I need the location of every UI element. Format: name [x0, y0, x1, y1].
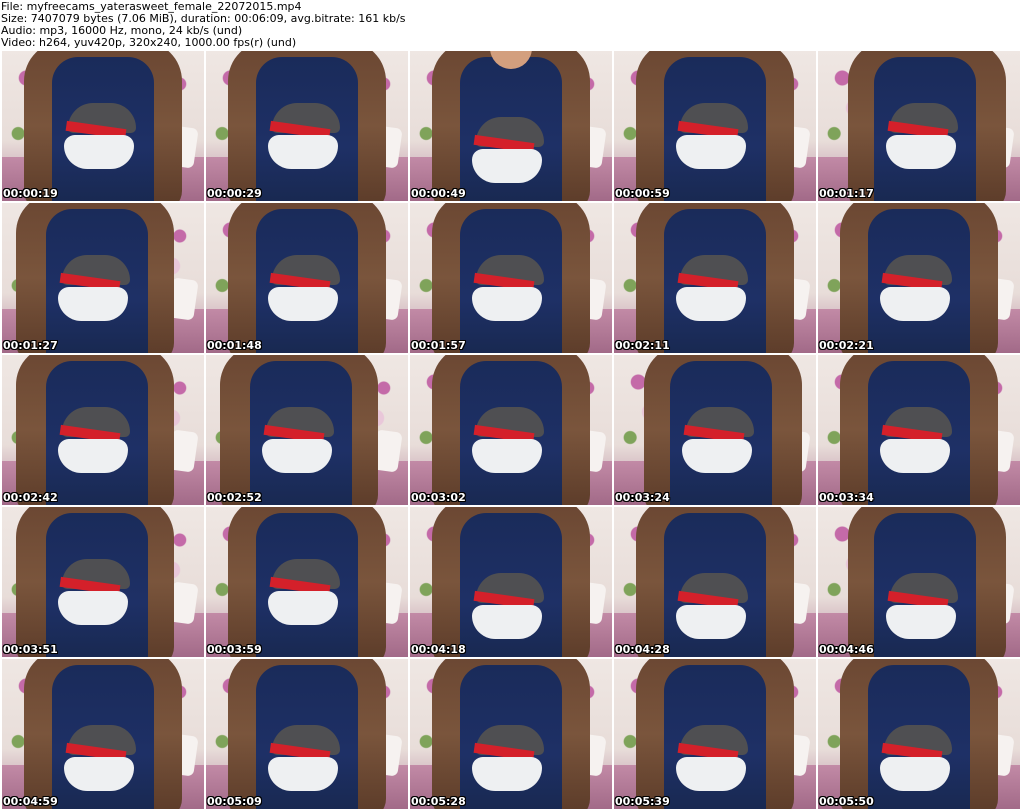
thumbnail-timestamp: 00:02:21: [819, 339, 874, 352]
video-thumbnail[interactable]: 00:03:59: [206, 507, 408, 657]
thumbnail-timestamp: 00:01:57: [411, 339, 466, 352]
video-thumbnail[interactable]: 00:04:18: [410, 507, 612, 657]
video-thumbnail[interactable]: 00:02:52: [206, 355, 408, 505]
thumbnail-timestamp: 00:04:18: [411, 643, 466, 656]
video-thumbnail[interactable]: 00:05:09: [206, 659, 408, 809]
video-thumbnail[interactable]: 00:00:19: [2, 51, 204, 201]
video-thumbnail[interactable]: 00:05:28: [410, 659, 612, 809]
thumbnail-timestamp: 00:02:42: [3, 491, 58, 504]
video-thumbnail[interactable]: 00:03:02: [410, 355, 612, 505]
thumbnail-timestamp: 00:03:51: [3, 643, 58, 656]
thumbnail-timestamp: 00:04:46: [819, 643, 874, 656]
thumbnail-timestamp: 00:03:24: [615, 491, 670, 504]
file-info-header: File: myfreecams_yaterasweet_female_2207…: [0, 0, 1024, 50]
thumbnail-timestamp: 00:01:27: [3, 339, 58, 352]
video-thumbnail[interactable]: 00:00:29: [206, 51, 408, 201]
thumbnail-timestamp: 00:05:50: [819, 795, 874, 808]
video-thumbnail[interactable]: 00:01:17: [818, 51, 1020, 201]
thumbnail-timestamp: 00:01:17: [819, 187, 874, 200]
video-thumbnail[interactable]: 00:01:57: [410, 203, 612, 353]
thumbnail-timestamp: 00:00:59: [615, 187, 670, 200]
video-thumbnail[interactable]: 00:05:50: [818, 659, 1020, 809]
video-thumbnail[interactable]: 00:02:11: [614, 203, 816, 353]
thumbnail-timestamp: 00:00:49: [411, 187, 466, 200]
video-thumbnail[interactable]: 00:04:46: [818, 507, 1020, 657]
thumbnail-grid: 00:00:19 00:00:29 00:00:49 00:00:59 00:0…: [2, 51, 1024, 811]
thumbnail-timestamp: 00:03:02: [411, 491, 466, 504]
video-thumbnail[interactable]: 00:01:27: [2, 203, 204, 353]
video-thumbnail[interactable]: 00:02:21: [818, 203, 1020, 353]
thumbnail-timestamp: 00:03:59: [207, 643, 262, 656]
thumbnail-timestamp: 00:05:28: [411, 795, 466, 808]
video-info-line: Video: h264, yuv420p, 320x240, 1000.00 f…: [1, 36, 297, 49]
video-thumbnail[interactable]: 00:01:48: [206, 203, 408, 353]
video-thumbnail[interactable]: 00:00:49: [410, 51, 612, 201]
thumbnail-timestamp: 00:02:52: [207, 491, 262, 504]
video-thumbnail[interactable]: 00:04:59: [2, 659, 204, 809]
video-thumbnail[interactable]: 00:04:28: [614, 507, 816, 657]
video-thumbnail[interactable]: 00:03:34: [818, 355, 1020, 505]
thumbnail-timestamp: 00:04:59: [3, 795, 58, 808]
thumbnail-timestamp: 00:05:39: [615, 795, 670, 808]
thumbnail-timestamp: 00:02:11: [615, 339, 670, 352]
video-thumbnail[interactable]: 00:02:42: [2, 355, 204, 505]
thumbnail-timestamp: 00:00:19: [3, 187, 58, 200]
video-thumbnail[interactable]: 00:03:51: [2, 507, 204, 657]
thumbnail-timestamp: 00:00:29: [207, 187, 262, 200]
thumbnail-timestamp: 00:03:34: [819, 491, 874, 504]
thumbnail-timestamp: 00:01:48: [207, 339, 262, 352]
thumbnail-timestamp: 00:05:09: [207, 795, 262, 808]
video-thumbnail[interactable]: 00:00:59: [614, 51, 816, 201]
video-thumbnail[interactable]: 00:03:24: [614, 355, 816, 505]
video-thumbnail[interactable]: 00:05:39: [614, 659, 816, 809]
thumbnail-timestamp: 00:04:28: [615, 643, 670, 656]
